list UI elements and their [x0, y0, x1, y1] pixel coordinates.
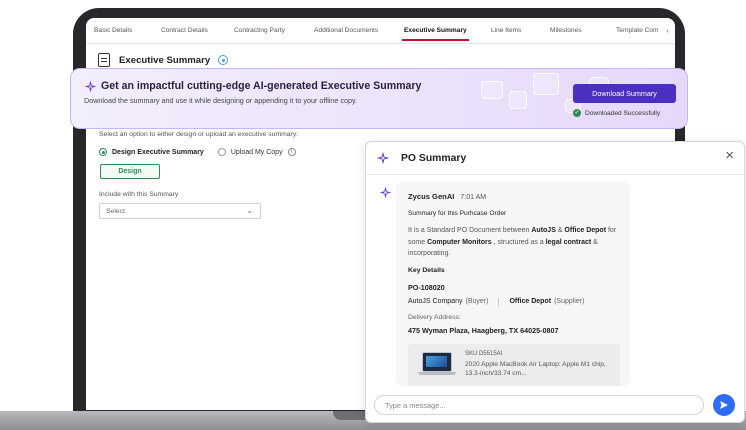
ai-star-icon	[376, 151, 390, 165]
include-select[interactable]: Select ⌄	[99, 203, 261, 219]
product-name: 2020 Apple MacBook Air Laptop: Apple M1 …	[465, 361, 606, 377]
po-summary-panel: PO Summary × Zycus GenAI 7:01 AM Summary …	[365, 141, 745, 423]
radio-design-label[interactable]: Design Executive Summary	[112, 149, 204, 156]
sender-name: Zycus GenAI	[408, 192, 455, 201]
ai-sparkle-icon[interactable]	[218, 55, 229, 65]
panel-header: PO Summary ×	[366, 142, 744, 175]
product-sku: SKU D5515AI	[465, 351, 503, 357]
panel-title: PO Summary	[401, 153, 467, 164]
banner-title: Get an impactful cutting-edge AI-generat…	[101, 80, 422, 92]
radio-upload[interactable]	[217, 148, 226, 156]
close-icon[interactable]: ×	[725, 148, 734, 163]
send-button[interactable]	[713, 394, 735, 416]
buyer-role: (Buyer)	[465, 298, 489, 305]
key-details-label: Key Details	[408, 267, 445, 274]
tab-bar: Basic Details Contract Details Contracti…	[86, 18, 675, 44]
bot-avatar-icon	[379, 186, 392, 199]
radio-design[interactable]	[99, 148, 107, 156]
tab-basic-details[interactable]: Basic Details	[94, 27, 132, 34]
laptop-product-image	[418, 352, 456, 378]
delivery-address: 475 Wyman Plaza, Haagberg, TX 64025-0807	[408, 326, 559, 335]
tab-template-com[interactable]: Template Com	[616, 27, 659, 34]
download-status-text: Downloaded Successfully	[585, 109, 661, 117]
chevron-down-icon: ⌄	[246, 206, 253, 215]
message-header: Zycus GenAI 7:01 AM	[408, 192, 486, 201]
message-input[interactable]: Type a message...	[374, 395, 704, 415]
message-subheading: Summary for this Purhcase Order	[408, 210, 507, 217]
section-header: Executive Summary	[98, 53, 229, 67]
ai-message-bubble: Zycus GenAI 7:01 AM Summary for this Purh…	[396, 182, 630, 386]
supplier-role: (Supplier)	[554, 298, 585, 305]
info-icon[interactable]: i	[287, 148, 296, 156]
delivery-label: Delivery Address:	[408, 314, 461, 321]
supplier-name: Office Depot	[509, 298, 552, 305]
section-title: Executive Summary	[119, 54, 211, 66]
tab-additional-documents[interactable]: Additional Documents	[314, 27, 378, 34]
banner-subtitle: Download the summary and use it while de…	[84, 96, 358, 105]
message-body: It is a Standard PO Document between Aut…	[408, 227, 617, 257]
buyer-name: AutoJS Company	[408, 298, 463, 305]
include-label: Include with this Summary	[99, 191, 179, 198]
product-card[interactable]: SKU D5515AI 2020 Apple MacBook Air Lapto…	[408, 344, 620, 386]
tabs-scroll-chevron-icon[interactable]: ‹	[666, 26, 669, 35]
parties-row: AutoJS Company (Buyer) Office Depot (Sup…	[408, 298, 584, 307]
parties-divider	[498, 298, 500, 307]
option-radio-group: Design Executive Summary Upload My Copy …	[99, 148, 296, 156]
tab-executive-summary[interactable]: Executive Summary	[402, 27, 469, 41]
send-icon	[720, 401, 728, 409]
download-summary-button[interactable]: Download Summary	[573, 84, 676, 103]
option-hint: Select an option to either design or upl…	[99, 131, 299, 138]
ai-summary-banner: Get an impactful cutting-edge AI-generat…	[70, 68, 688, 129]
document-icon	[98, 53, 110, 67]
tab-line-items[interactable]: Line Items	[491, 27, 521, 34]
download-status: ✓ Downloaded Successfully	[573, 109, 660, 117]
design-button[interactable]: Design	[100, 164, 160, 179]
message-time: 7:01 AM	[460, 194, 487, 201]
radio-upload-label[interactable]: Upload My Copy	[231, 149, 283, 156]
po-number: PO-108020	[408, 283, 445, 292]
include-select-value: Select	[106, 208, 125, 215]
tab-contract-details[interactable]: Contract Details	[161, 27, 208, 34]
check-circle-icon: ✓	[573, 109, 581, 117]
screenshot-stage: Basic Details Contract Details Contracti…	[0, 0, 746, 430]
ai-star-icon	[84, 80, 97, 93]
tab-contracting-party[interactable]: Contracting Party	[234, 27, 285, 34]
tab-milestones[interactable]: Milestones	[550, 27, 582, 34]
